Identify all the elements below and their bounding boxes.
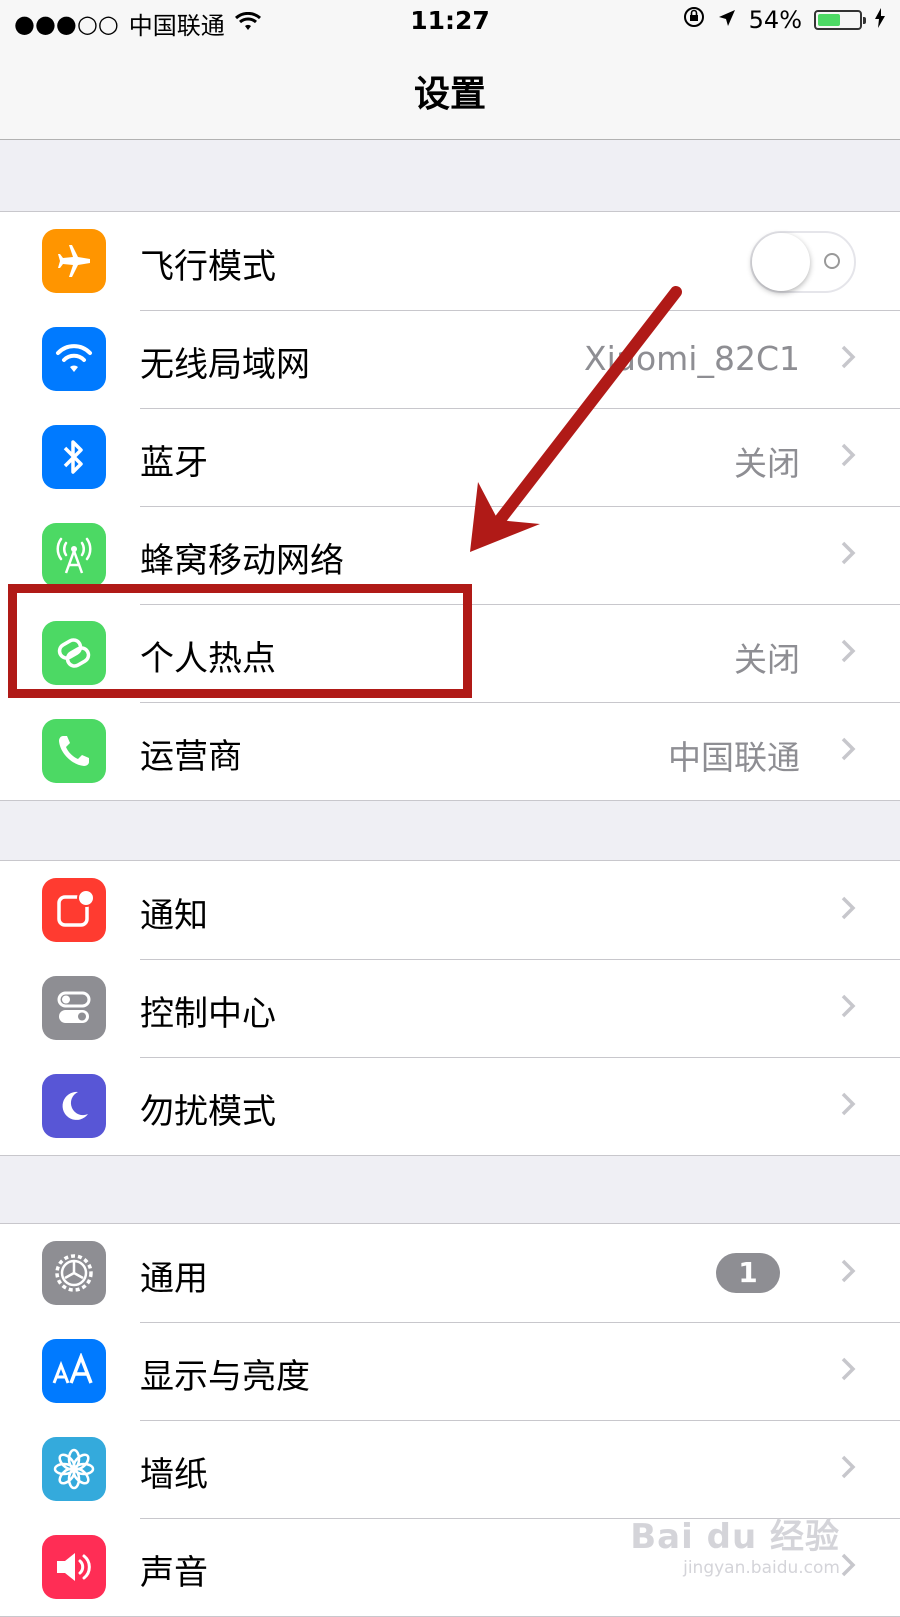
row-label: 勿扰模式 [140,1092,276,1132]
status-bar: ●●●○○ 中国联通 11:27 54% [0,0,900,45]
chevron-right-icon [841,541,856,565]
gear-icon [42,1241,106,1305]
chevron-right-icon [841,1455,856,1479]
chevron-right-icon [841,994,856,1018]
page-title: 设置 [413,74,486,115]
highlight-box [8,584,472,698]
update-badge: 1 [716,1253,780,1293]
toggle-off-indicator [824,253,840,269]
row-wifi[interactable]: 无线局域网 Xiaomi_82C1 [0,310,900,408]
wifi-icon [42,327,106,391]
row-label: 蓝牙 [140,443,208,483]
watermark: Bai du 经验 jingyan.baidu.com [630,1509,840,1578]
row-label: 通知 [140,896,208,936]
phone-icon [42,719,106,783]
row-control-center[interactable]: 控制中心 [0,959,900,1057]
row-label: 显示与亮度 [140,1357,310,1397]
row-general[interactable]: 通用 1 [0,1224,900,1322]
row-label: 蜂窝移动网络 [140,541,344,581]
control-center-icon [42,976,106,1040]
row-label: 控制中心 [140,994,276,1034]
row-carrier[interactable]: 运营商 中国联通 [0,702,900,800]
row-value: Xiaomi_82C1 [583,339,800,378]
row-value: 关闭 [734,444,800,483]
notification-icon [42,878,106,942]
row-label: 通用 [140,1259,208,1299]
navigation-bar: 设置 [0,45,900,140]
chevron-right-icon [841,1259,856,1283]
row-notifications[interactable]: 通知 [0,861,900,959]
watermark-url: jingyan.baidu.com [683,1558,840,1578]
row-value: 中国联通 [668,738,800,777]
battery-icon [814,10,866,30]
moon-icon [42,1074,106,1138]
status-right: 54% [683,6,886,34]
sound-icon [42,1535,106,1599]
row-label: 无线局域网 [140,345,310,385]
charging-icon [874,6,886,34]
chevron-right-icon [841,639,856,663]
display-icon [42,1339,106,1403]
chevron-right-icon [841,1553,856,1577]
row-label: 墙纸 [140,1455,208,1495]
row-wallpaper[interactable]: 墙纸 [0,1420,900,1518]
row-airplane-mode[interactable]: 飞行模式 [0,212,900,310]
toggle-knob [752,233,810,291]
settings-group-network: 飞行模式 无线局域网 Xiaomi_82C1 蓝牙 关闭 蜂窝移动网络 个人热点 [0,211,900,801]
row-label: 声音 [140,1553,208,1593]
battery-fill [818,14,840,26]
chevron-right-icon [841,896,856,920]
location-icon [717,6,737,34]
row-bluetooth[interactable]: 蓝牙 关闭 [0,408,900,506]
chevron-right-icon [841,737,856,761]
settings-group-system: 通知 控制中心 勿扰模式 [0,860,900,1156]
cellular-icon [42,523,106,587]
chevron-right-icon [841,1357,856,1381]
airplane-mode-toggle[interactable] [750,231,856,293]
watermark-logo: Bai du 经验 [630,1517,840,1557]
chevron-right-icon [841,345,856,369]
row-label: 飞行模式 [140,247,276,287]
bluetooth-icon [42,425,106,489]
row-label: 运营商 [140,737,242,777]
chevron-right-icon [841,1092,856,1116]
airplane-icon [42,229,106,293]
rotation-lock-icon [683,6,705,34]
row-value: 关闭 [734,640,800,679]
chevron-right-icon [841,443,856,467]
row-display-brightness[interactable]: 显示与亮度 [0,1322,900,1420]
battery-percent: 54% [748,6,802,34]
row-do-not-disturb[interactable]: 勿扰模式 [0,1057,900,1155]
wallpaper-icon [42,1437,106,1501]
